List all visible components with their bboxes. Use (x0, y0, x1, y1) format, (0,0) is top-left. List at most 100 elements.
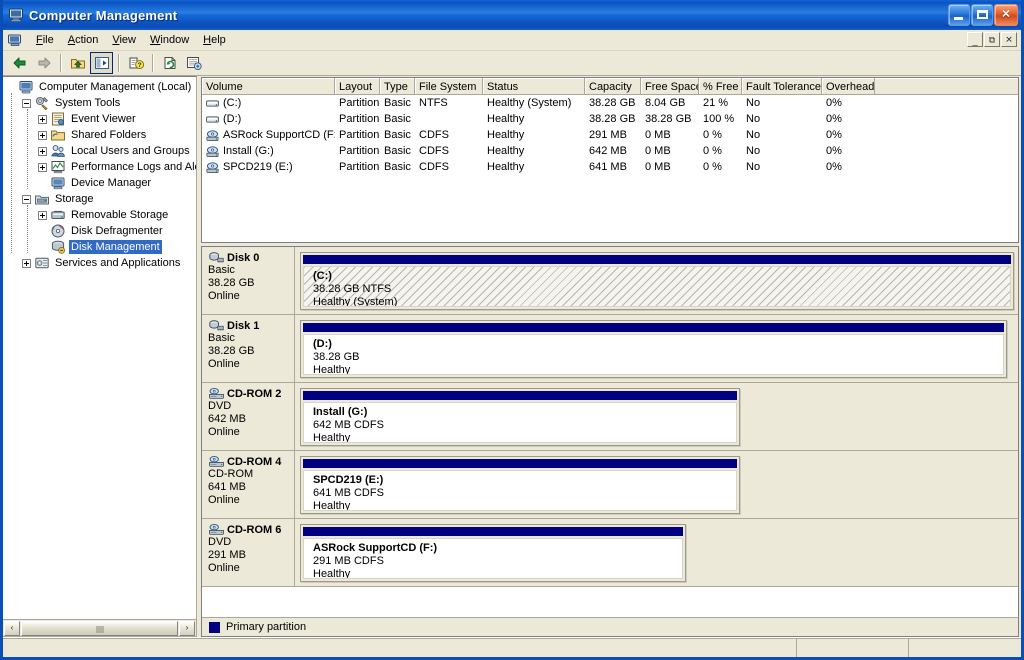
tree-item-disk-management[interactable]: Disk Management (3, 239, 196, 255)
tree-horizontal-scrollbar[interactable]: ‹ › (3, 619, 196, 636)
disk-row[interactable]: CD-ROM 4 CD-ROM 641 MB Online SPCD219 (E:) 64… (202, 451, 1018, 519)
partition-block[interactable]: ASRock SupportCD (F:) 291 MB CDFS Healthy (300, 524, 686, 582)
menu-window-label: indow (160, 34, 190, 46)
export-list-button[interactable] (182, 52, 205, 74)
mdi-close-button[interactable]: ✕ (1001, 32, 1017, 47)
disk-label[interactable]: Disk 0 Basic 38.28 GB Online (202, 247, 295, 314)
users-groups-icon (50, 143, 66, 159)
help-button[interactable]: ? (124, 52, 147, 74)
disk-row[interactable]: Disk 1 Basic 38.28 GB Online (D:) 38.28 GB Hea… (202, 315, 1018, 383)
tree-item-device-manager[interactable]: Device Manager (3, 175, 196, 191)
forward-button[interactable] (32, 52, 55, 74)
tree-item-shared-folders[interactable]: Shared Folders (3, 127, 196, 143)
expand-icon[interactable] (38, 130, 47, 140)
volume-row[interactable]: SPCD219 (E:) Partition Basic CDFS Healthy 641… (202, 159, 1018, 175)
tree-item-system-tools[interactable]: System Tools (3, 95, 196, 111)
tree-item-performance-logs-and-alerts[interactable]: Performance Logs and Alerts (3, 159, 196, 175)
disk-label[interactable]: Disk 1 Basic 38.28 GB Online (202, 315, 295, 382)
disk-label[interactable]: CD-ROM 2 DVD 642 MB Online (202, 383, 295, 450)
menu-view[interactable]: View (105, 32, 143, 48)
expand-icon[interactable] (38, 146, 47, 156)
menu-action[interactable]: Action (61, 32, 106, 48)
menu-bar: File Action View Window Help _ ⧉ ✕ (3, 30, 1021, 51)
back-button[interactable] (8, 52, 31, 74)
volume-list[interactable]: Volume Layout Type File System Status Capacit… (201, 77, 1019, 243)
refresh-button[interactable] (158, 52, 181, 74)
tree-item-local-users-and-groups[interactable]: Local Users and Groups (3, 143, 196, 159)
expand-icon[interactable] (38, 162, 47, 172)
partition-info: ASRock SupportCD (F:) 291 MB CDFS Healthy (303, 538, 683, 579)
tree-item-event-viewer[interactable]: Event Viewer (3, 111, 196, 127)
menu-action-label: ction (75, 34, 99, 46)
volume-percent-free-cell: 0 % (703, 161, 722, 173)
column-header-type[interactable]: Type (380, 78, 415, 95)
partition-block[interactable]: SPCD219 (E:) 641 MB CDFS Healthy (300, 456, 740, 514)
column-header-volume[interactable]: Volume (202, 78, 335, 95)
column-header-fault-tolerance[interactable]: Fault Tolerance (742, 78, 822, 95)
disk-label-title: CD-ROM 4 (208, 455, 294, 468)
disk-label[interactable]: CD-ROM 4 CD-ROM 641 MB Online (202, 451, 295, 518)
column-header-free-space[interactable]: Free Space (641, 78, 699, 95)
menu-help[interactable]: Help (196, 32, 233, 48)
partition-block[interactable]: Install (G:) 642 MB CDFS Healthy (300, 388, 740, 446)
disk-type: Basic (208, 332, 235, 344)
scrollbar-track[interactable] (21, 620, 178, 636)
disk-management-pane: Volume Layout Type File System Status Capacit… (197, 76, 1021, 637)
volume-row[interactable]: Install (G:) Partition Basic CDFS Healthy 642… (202, 143, 1018, 159)
expand-icon[interactable] (38, 114, 47, 124)
volume-row[interactable]: (C:) Partition Basic NTFS Healthy (System) 38… (202, 95, 1018, 111)
column-header-layout[interactable]: Layout (335, 78, 380, 95)
volume-file-system-cell: NTFS (419, 97, 448, 109)
collapse-icon[interactable] (22, 98, 31, 108)
scroll-left-button[interactable]: ‹ (4, 620, 20, 636)
partition-block[interactable]: (D:) 38.28 GB Healthy (300, 320, 1007, 378)
status-pane-2 (797, 638, 909, 657)
volume-list-header[interactable]: Volume Layout Type File System Status Capacit… (202, 78, 1018, 95)
tree-scroll-area[interactable]: Computer Management (Local) System Tools E… (3, 77, 196, 619)
expand-icon[interactable] (22, 258, 31, 268)
status-bar (3, 637, 1021, 657)
scrollbar-thumb[interactable] (21, 620, 178, 636)
computer-icon (18, 79, 34, 95)
disk-row[interactable]: CD-ROM 6 DVD 291 MB Online ASRock SupportCD … (202, 519, 1018, 587)
volume-free-space-cell: 8.04 GB (645, 97, 686, 109)
column-header-capacity[interactable]: Capacity (585, 78, 641, 95)
disk-graphical-view[interactable]: Disk 0 Basic 38.28 GB Online (C:) 38.28 GB NT… (201, 246, 1019, 637)
tree-item-services-and-applications[interactable]: Services and Applications (3, 255, 196, 271)
show-hide-tree-button[interactable] (90, 52, 113, 74)
volume-row[interactable]: ASRock SupportCD (F:) Partition Basic CDFS H… (202, 127, 1018, 143)
toolbar-separator-1 (60, 54, 62, 72)
disk-row[interactable]: Disk 0 Basic 38.28 GB Online (C:) 38.28 GB NT… (202, 247, 1018, 315)
title-bar[interactable]: Computer Management ✕ (3, 0, 1021, 30)
tree-item-removable-storage[interactable]: Removable Storage (3, 207, 196, 223)
column-header-free[interactable]: % Free (699, 78, 742, 95)
volume-percent-free-cell: 0 % (703, 129, 722, 141)
collapse-icon[interactable] (22, 194, 31, 204)
column-header-overhead[interactable]: Overhead (822, 78, 875, 95)
column-header-file-system[interactable]: File System (415, 78, 483, 95)
menu-file[interactable]: File (29, 32, 61, 48)
mdi-restore-button[interactable]: ⧉ (984, 32, 1000, 47)
disk-name: Disk 0 (227, 251, 260, 264)
disk-scroll-area[interactable]: Disk 0 Basic 38.28 GB Online (C:) 38.28 GB NT… (202, 247, 1018, 617)
column-header-status[interactable]: Status (483, 78, 585, 95)
expand-icon[interactable] (38, 210, 47, 220)
up-folder-icon (70, 59, 85, 69)
partition-block[interactable]: (C:) 38.28 GB NTFS Healthy (System) (300, 252, 1014, 310)
tree-item-label: Local Users and Groups (71, 145, 190, 157)
tree-item-storage[interactable]: Storage (3, 191, 196, 207)
disk-row[interactable]: CD-ROM 2 DVD 642 MB Online Install (G:) 642 M… (202, 383, 1018, 451)
maximize-button[interactable] (971, 4, 993, 26)
tree-item-computer-management-local[interactable]: Computer Management (Local) (3, 79, 196, 95)
volume-row[interactable]: (D:) Partition Basic Healthy 38.28 GB 38.28 G… (202, 111, 1018, 127)
mdi-minimize-button[interactable]: _ (967, 32, 983, 47)
close-button[interactable]: ✕ (994, 4, 1018, 26)
disk-label[interactable]: CD-ROM 6 DVD 291 MB Online (202, 519, 295, 586)
tree-item-disk-defragmenter[interactable]: Disk Defragmenter (3, 223, 196, 239)
minimize-button[interactable] (948, 4, 970, 26)
scroll-right-button[interactable]: › (179, 620, 195, 636)
menu-window[interactable]: Window (143, 32, 196, 48)
up-one-level-button[interactable] (66, 52, 89, 74)
tree-item-label: Event Viewer (71, 113, 136, 125)
volume-list-rows[interactable]: (C:) Partition Basic NTFS Healthy (System) 38… (202, 95, 1018, 242)
